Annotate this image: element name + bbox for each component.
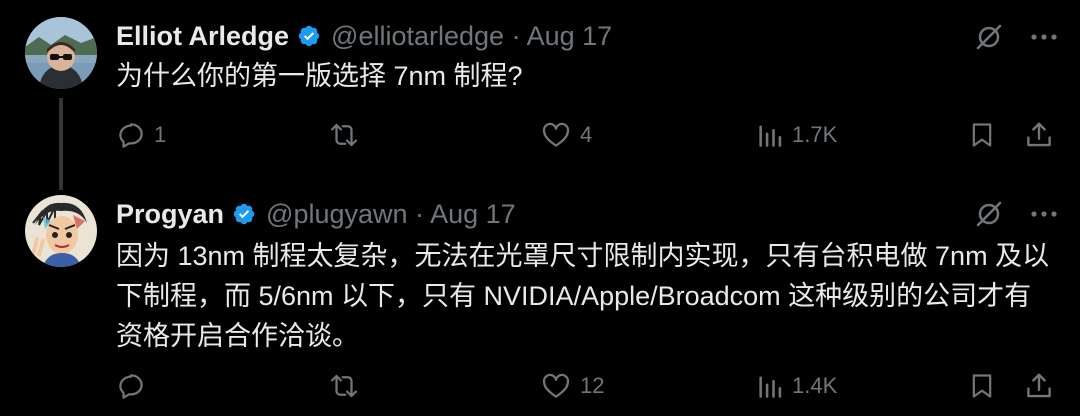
avatar-elliot[interactable]	[25, 17, 97, 89]
views-icon	[756, 121, 784, 149]
share-button[interactable]	[1024, 113, 1054, 157]
reply-button[interactable]: 1	[116, 113, 166, 157]
tweet-date[interactable]: Aug 17	[430, 199, 516, 229]
view-count: 1.7K	[792, 122, 838, 147]
views-button[interactable]: 1.7K	[756, 113, 837, 157]
author-handle[interactable]: @plugyawn	[266, 199, 408, 229]
bookmark-button[interactable]	[968, 364, 996, 408]
tweet-corner-actions	[974, 17, 1058, 57]
tweet-actions: 12 1.4K	[0, 364, 1080, 408]
view-count: 1.4K	[792, 373, 838, 398]
grok-icon[interactable]	[974, 22, 1004, 52]
reply-icon	[116, 371, 146, 401]
tweet-header: Elliot Arledge @elliotarledge · Aug 17	[116, 16, 612, 56]
grok-icon[interactable]	[974, 199, 1004, 229]
retweet-icon	[328, 371, 360, 401]
tweet-header: Progyan @plugyawn · Aug 17	[116, 194, 516, 234]
views-button[interactable]: 1.4K	[756, 364, 837, 408]
like-count: 12	[580, 373, 605, 398]
bookmark-icon	[968, 120, 996, 150]
share-button[interactable]	[1024, 364, 1054, 408]
tweet-corner-actions	[974, 194, 1058, 234]
verified-badge-icon	[297, 24, 321, 48]
author-handle[interactable]: @elliotarledge	[331, 21, 504, 51]
avatar-progyan[interactable]	[25, 195, 97, 267]
share-icon	[1024, 120, 1054, 150]
retweet-button[interactable]	[328, 364, 360, 408]
tweet-date[interactable]: Aug 17	[527, 21, 613, 51]
more-icon[interactable]	[1030, 33, 1058, 41]
reply-button[interactable]	[116, 364, 146, 408]
reply-icon	[116, 120, 146, 150]
like-button[interactable]: 12	[540, 364, 604, 408]
tweet-elliot: Elliot Arledge @elliotarledge · Aug 17 为…	[0, 0, 1080, 190]
retweet-button[interactable]	[328, 113, 360, 157]
meta-separator: ·	[415, 198, 425, 229]
tweet-text: 因为 13nm 制程太复杂，无法在光罩尺寸限制内实现，只有台积电做 7nm 及以…	[116, 241, 1050, 351]
like-icon	[540, 371, 572, 401]
like-button[interactable]: 4	[540, 113, 592, 157]
retweet-icon	[328, 120, 360, 150]
reply-count: 1	[154, 122, 167, 147]
tweet-text: 为什么你的第一版选择 7nm 制程?	[116, 61, 523, 91]
views-icon	[756, 372, 784, 400]
bookmark-icon	[968, 371, 996, 401]
verified-badge-icon	[232, 202, 256, 226]
bookmark-button[interactable]	[968, 113, 996, 157]
more-icon[interactable]	[1030, 210, 1058, 218]
tweet-actions: 1 4 1.7K	[0, 113, 1080, 157]
author-name[interactable]: Progyan	[116, 199, 224, 230]
like-count: 4	[580, 122, 593, 147]
share-icon	[1024, 371, 1054, 401]
meta-separator: ·	[511, 20, 521, 51]
author-name[interactable]: Elliot Arledge	[116, 21, 289, 52]
like-icon	[540, 120, 572, 150]
